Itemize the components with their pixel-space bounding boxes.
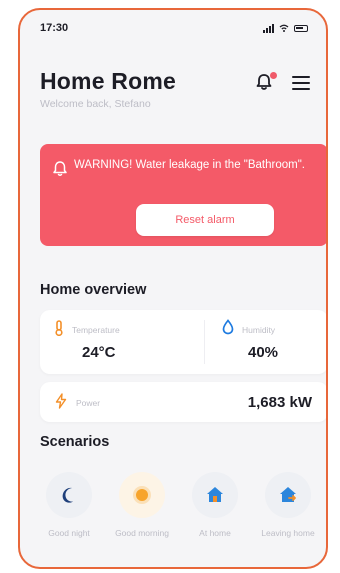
- signal-icon: [263, 23, 274, 33]
- power-label: Power: [76, 398, 101, 408]
- scenarios-heading: Scenarios: [40, 434, 110, 450]
- status-time: 17:30: [40, 22, 69, 34]
- sun-icon: [133, 486, 151, 504]
- status-icons: [263, 23, 308, 33]
- scenarios-row: Good night Good morning At home Leaving …: [42, 472, 326, 567]
- notification-badge: [270, 72, 277, 79]
- alarm-bell-icon: [53, 161, 67, 176]
- hamburger-icon: [292, 76, 310, 90]
- home-icon: [207, 487, 223, 502]
- status-bar: 17:30: [20, 10, 326, 46]
- wifi-icon: [279, 24, 289, 32]
- power-card: Power 1,683 kW: [40, 382, 326, 422]
- scenario-label: At home: [199, 528, 231, 538]
- water-drop-icon: [222, 319, 234, 335]
- temperature-value: 24°C: [82, 344, 116, 361]
- water-leak-alert: WARNING! Water leakage in the "Bathroom"…: [40, 144, 326, 246]
- leaving-home-icon: [280, 487, 296, 502]
- phone-frame: 17:30 Home Rome Welcome back, Stefano WA…: [18, 8, 328, 569]
- scenario-good-morning[interactable]: Good morning: [115, 472, 169, 539]
- scenario-label: Good morning: [115, 528, 169, 538]
- humidity-label: Humidity: [242, 325, 276, 335]
- power-value: 1,683 kW: [247, 394, 312, 411]
- header: Home Rome Welcome back, Stefano: [40, 68, 310, 110]
- welcome-subtitle: Welcome back, Stefano: [40, 98, 151, 110]
- climate-card: Temperature 24°C Humidity 40%: [40, 310, 326, 374]
- moon-icon: [62, 487, 73, 503]
- scenario-label: Good night: [48, 528, 90, 538]
- battery-icon: [294, 24, 308, 32]
- scenario-at-home[interactable]: At home: [188, 472, 242, 539]
- notifications-button[interactable]: [254, 72, 277, 94]
- reset-alarm-button[interactable]: Reset alarm: [136, 204, 274, 236]
- menu-button[interactable]: [292, 76, 310, 90]
- scenario-good-night[interactable]: Good night: [42, 472, 96, 539]
- scenario-label: Leaving home: [261, 528, 315, 538]
- alert-message: WARNING! Water leakage in the "Bathroom"…: [74, 159, 306, 171]
- card-divider: [204, 320, 205, 364]
- humidity-value: 40%: [248, 344, 279, 361]
- scenario-leaving-home[interactable]: Leaving home: [261, 472, 315, 539]
- home-overview-heading: Home overview: [40, 282, 147, 298]
- temperature-label: Temperature: [72, 325, 120, 335]
- thermometer-icon: [55, 320, 63, 336]
- lightning-icon: [55, 393, 67, 409]
